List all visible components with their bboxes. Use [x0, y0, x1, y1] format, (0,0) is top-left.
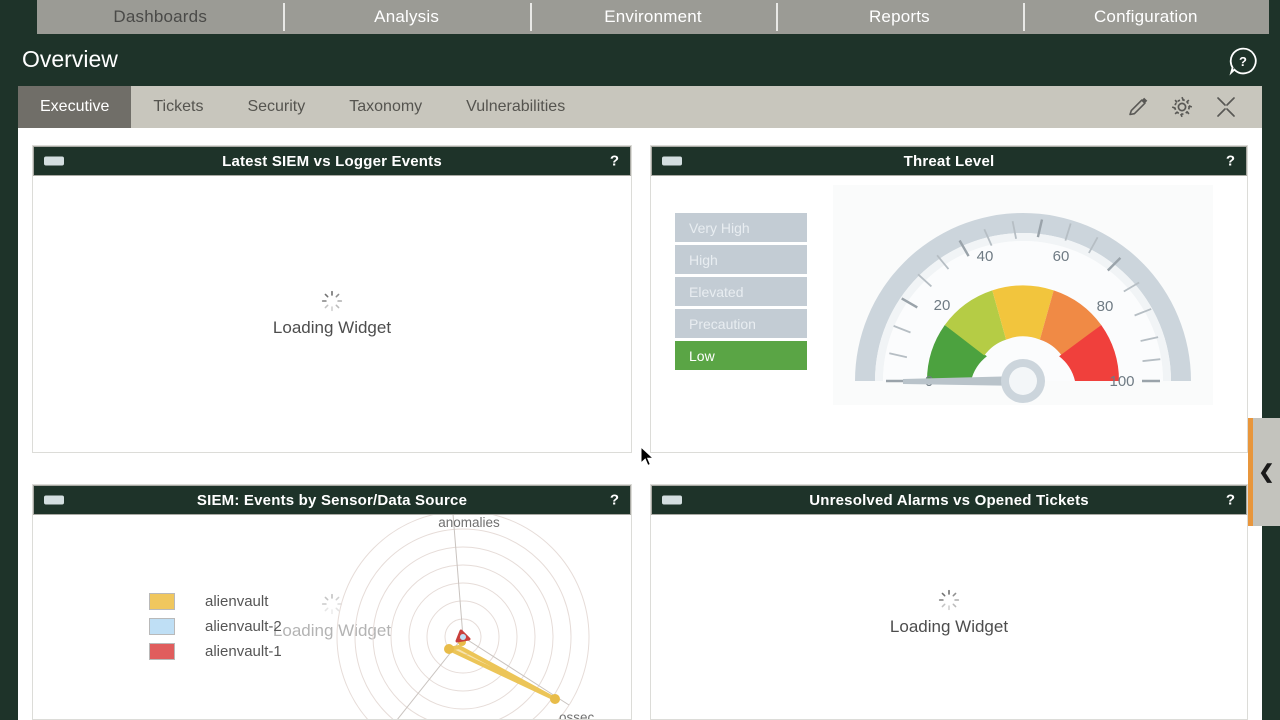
tab-taxonomy[interactable]: Taxonomy: [327, 86, 444, 128]
nav-item-configuration[interactable]: Configuration: [1022, 0, 1269, 34]
widget-help-icon[interactable]: ?: [1226, 493, 1235, 508]
help-circle-icon[interactable]: ?: [1228, 46, 1258, 76]
application-root: Dashboards Analysis Environment Reports …: [0, 0, 1280, 720]
widget-body: alienvault alienvault-2 alienvault-1 ano…: [33, 515, 631, 719]
widget-help-icon[interactable]: ?: [610, 493, 619, 508]
legend-swatch: [149, 618, 175, 635]
threat-level-elevated[interactable]: Elevated: [675, 277, 807, 306]
dashboard-tabbar: Executive Tickets Security Taxonomy Vuln…: [18, 86, 1262, 128]
legend-item[interactable]: alienvault-1: [149, 643, 282, 660]
widget-siem-events-by-sensor: SIEM: Events by Sensor/Data Source ? ali…: [32, 484, 632, 720]
gear-icon[interactable]: [1170, 95, 1194, 119]
mouse-cursor: [640, 446, 655, 467]
threat-level-low[interactable]: Low: [675, 341, 807, 370]
legend-item[interactable]: alienvault: [149, 593, 282, 610]
svg-text:100: 100: [1109, 373, 1134, 390]
legend-item[interactable]: alienvault-2: [149, 618, 282, 635]
legend-label: alienvault-2: [205, 618, 282, 635]
svg-text:80: 80: [1097, 298, 1114, 315]
widget-title: Latest SIEM vs Logger Events: [222, 152, 442, 170]
tab-vulnerabilities[interactable]: Vulnerabilities: [444, 86, 587, 128]
nav-item-analysis[interactable]: Analysis: [283, 0, 529, 34]
widget-latest-siem-vs-logger-events: Latest SIEM vs Logger Events ? Loading W…: [32, 145, 632, 453]
page-header: Overview ?: [0, 34, 1280, 86]
collapse-icon[interactable]: [1214, 95, 1238, 119]
loading-label: Loading Widget: [272, 318, 392, 337]
widget-title: Unresolved Alarms vs Opened Tickets: [809, 491, 1089, 509]
tab-tickets[interactable]: Tickets: [131, 86, 225, 128]
widget-threat-level: Threat Level ? Very High High Elevated P…: [650, 145, 1248, 453]
minimize-icon[interactable]: [662, 495, 682, 505]
widget-title: Threat Level: [903, 152, 995, 170]
threat-level-very-high[interactable]: Very High: [675, 213, 807, 242]
minimize-icon[interactable]: [662, 156, 682, 166]
loading-indicator: Loading Widget: [33, 290, 631, 338]
widget-header: Threat Level ?: [651, 146, 1247, 176]
threat-level-scale: Very High High Elevated Precaution Low: [675, 213, 807, 370]
radar-chart: anomalies ossec: [293, 515, 623, 719]
svg-text:20: 20: [934, 297, 951, 314]
tabbar-spacer: [587, 86, 1126, 128]
widget-help-icon[interactable]: ?: [610, 154, 619, 169]
widget-header: Latest SIEM vs Logger Events ?: [33, 146, 631, 176]
svg-text:60: 60: [1053, 248, 1070, 265]
legend-label: alienvault: [205, 593, 269, 610]
widget-unresolved-alarms-vs-opened-tickets: Unresolved Alarms vs Opened Tickets ? Lo…: [650, 484, 1248, 720]
widget-body: Loading Widget: [33, 176, 631, 452]
radar-axis-label-anomalies: anomalies: [438, 515, 500, 530]
threat-level-precaution[interactable]: Precaution: [675, 309, 807, 338]
svg-text:40: 40: [977, 248, 994, 265]
main-navigation: Dashboards Analysis Environment Reports …: [37, 0, 1269, 34]
threat-level-chart: Very High High Elevated Precaution Low 2…: [651, 176, 1247, 452]
legend-label: alienvault-1: [205, 643, 282, 660]
minimize-icon[interactable]: [44, 495, 64, 505]
radar-series-alienvault-2: [460, 634, 466, 640]
threat-level-high[interactable]: High: [675, 245, 807, 274]
widget-body: Very High High Elevated Precaution Low 2…: [651, 176, 1247, 452]
legend-swatch: [149, 593, 175, 610]
widget-help-icon[interactable]: ?: [1226, 154, 1235, 169]
nav-item-dashboards[interactable]: Dashboards: [37, 0, 283, 34]
spinner-icon: [938, 589, 960, 611]
nav-item-environment[interactable]: Environment: [529, 0, 776, 34]
radar-legend: alienvault alienvault-2 alienvault-1: [149, 593, 282, 660]
spinner-icon: [321, 290, 343, 312]
svg-text:?: ?: [1239, 54, 1247, 69]
tab-security[interactable]: Security: [225, 86, 327, 128]
widget-header: Unresolved Alarms vs Opened Tickets ?: [651, 485, 1247, 515]
radar-grid: [336, 515, 590, 719]
tab-executive[interactable]: Executive: [18, 86, 132, 128]
legend-swatch: [149, 643, 175, 660]
dashboard-grid: Latest SIEM vs Logger Events ? Loading W…: [18, 128, 1262, 720]
pencil-icon[interactable]: [1126, 95, 1150, 119]
loading-label: Loading Widget: [889, 616, 1009, 636]
widget-title: SIEM: Events by Sensor/Data Source: [196, 491, 468, 509]
widget-header: SIEM: Events by Sensor/Data Source ?: [33, 485, 631, 515]
chevron-left-icon: ❮: [1258, 461, 1275, 483]
radar-axis-label-ossec: ossec: [559, 710, 595, 719]
widget-body: Loading Widget: [651, 515, 1247, 719]
side-panel-toggle[interactable]: ❮: [1248, 418, 1280, 526]
nav-item-reports[interactable]: Reports: [776, 0, 1022, 34]
minimize-icon[interactable]: [44, 156, 64, 166]
radar-series-alienvault: [444, 638, 560, 704]
tabbar-actions: [1126, 86, 1262, 128]
loading-indicator: Loading Widget: [651, 589, 1247, 637]
threat-gauge: 0 20 40 60 80 100: [833, 185, 1213, 405]
page-title: Overview: [22, 46, 118, 72]
